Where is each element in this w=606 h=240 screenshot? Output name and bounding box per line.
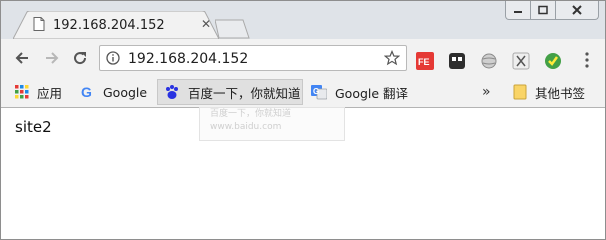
tab-active[interactable]: 192.168.204.152 ✕ <box>13 11 219 39</box>
bookmark-google-translate[interactable]: G Google 翻译 <box>311 77 408 107</box>
bookmark-google[interactable]: G Google <box>81 77 147 107</box>
bookmark-apps[interactable]: 应用 <box>15 77 62 107</box>
menu-icon[interactable] <box>584 52 590 68</box>
browser-window: 192.168.204.152 ✕ 192.168.204.152 FE 应用 … <box>0 0 606 240</box>
maximize-button[interactable] <box>531 1 556 20</box>
bookmark-other[interactable]: 其他书签 <box>513 77 585 107</box>
extension-globe-icon[interactable] <box>480 52 498 70</box>
window-controls <box>505 1 599 20</box>
bookmark-label: Google 翻译 <box>335 85 409 101</box>
svg-text:G: G <box>313 87 319 96</box>
toolbar: 192.168.204.152 FE <box>1 39 605 77</box>
bookmark-label: 其他书签 <box>535 85 586 101</box>
info-icon[interactable] <box>106 51 120 65</box>
back-button[interactable] <box>11 47 33 69</box>
bookmark-label: 应用 <box>37 85 63 101</box>
forward-button[interactable] <box>41 47 63 69</box>
svg-text:G: G <box>81 85 92 99</box>
apps-grid-icon <box>15 85 29 99</box>
forward-arrow-icon <box>46 52 59 64</box>
tab-close-icon[interactable]: ✕ <box>201 17 211 31</box>
page-text: site2 <box>15 118 52 136</box>
bookmarks-overflow-chevron-icon[interactable]: » <box>482 84 491 100</box>
minimize-button[interactable] <box>505 1 531 20</box>
new-tab-button[interactable] <box>215 19 251 39</box>
extension-scissors-icon[interactable] <box>512 52 530 70</box>
extension-fe-icon[interactable]: FE <box>416 52 434 70</box>
bookmark-label: Google <box>103 84 148 100</box>
bookmark-star-icon[interactable] <box>384 50 400 66</box>
google-translate-icon: G <box>311 85 327 100</box>
svg-text:FE: FE <box>418 57 430 67</box>
minimize-icon <box>514 11 522 13</box>
close-icon <box>572 5 582 15</box>
back-arrow-icon <box>15 52 28 64</box>
bookmarks-bar: 应用 G Google 百度一下，你就知道 G Google 翻译 » 其他书签 <box>1 77 605 108</box>
close-window-button[interactable] <box>556 1 599 20</box>
bookmark-label: 百度一下，你就知道 <box>188 85 301 101</box>
baidu-paw-icon <box>166 85 178 99</box>
tab-title: 192.168.204.152 <box>53 18 165 33</box>
google-icon: G <box>81 85 92 99</box>
page-content: site2 <box>1 108 605 239</box>
reload-icon <box>74 52 87 65</box>
bookmark-baidu[interactable]: 百度一下，你就知道 <box>157 79 303 105</box>
restore-icon <box>538 5 548 15</box>
page-icon <box>33 17 45 31</box>
url-text[interactable]: 192.168.204.152 <box>128 51 248 67</box>
address-bar[interactable]: 192.168.204.152 <box>99 45 407 71</box>
folder-icon <box>513 84 527 100</box>
extension-green-icon[interactable] <box>544 52 562 70</box>
reload-button[interactable] <box>69 47 91 69</box>
tab-strip: 192.168.204.152 ✕ <box>1 1 605 39</box>
extension-dark-icon[interactable] <box>448 52 466 70</box>
